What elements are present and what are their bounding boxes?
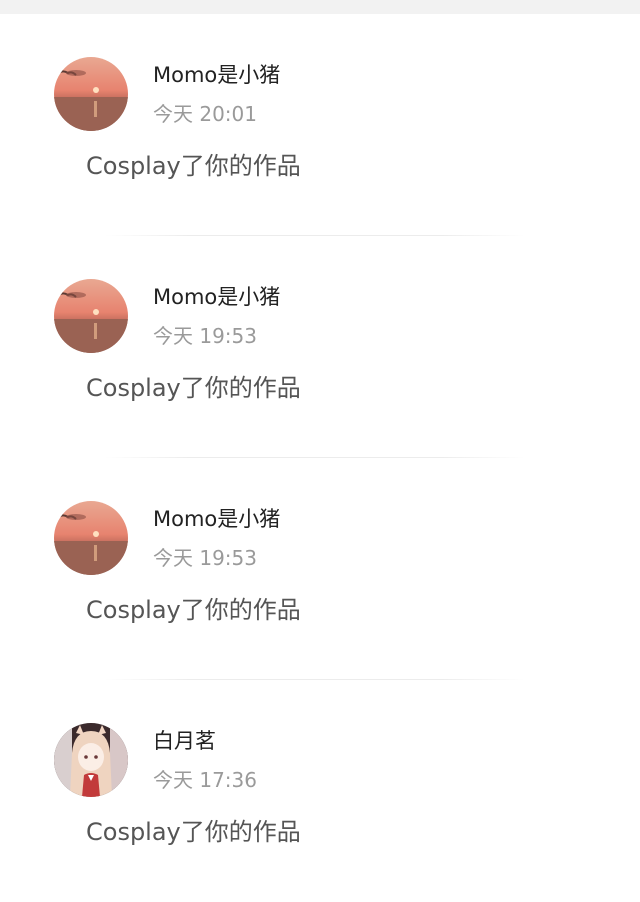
notification-message[interactable]: Cosplay了你的作品: [86, 374, 301, 402]
username[interactable]: 白月茗: [153, 729, 216, 753]
timestamp: 今天 20:01: [153, 102, 257, 126]
sunset-avatar-icon: [54, 501, 128, 575]
timestamp: 今天 19:53: [153, 324, 257, 348]
notification-item[interactable]: Momo是小猪 今天 19:53 Cosplay了你的作品: [0, 458, 640, 680]
notification-message[interactable]: Cosplay了你的作品: [86, 152, 301, 180]
anime-girl-avatar-icon: [54, 723, 128, 797]
timestamp: 今天 19:53: [153, 546, 257, 570]
user-avatar[interactable]: [54, 279, 128, 353]
notification-message[interactable]: Cosplay了你的作品: [86, 596, 301, 624]
top-bar: [0, 0, 640, 14]
notification-list: Momo是小猪 今天 20:01 Cosplay了你的作品 Momo是小猪 今天…: [0, 14, 640, 902]
user-avatar[interactable]: [54, 723, 128, 797]
notification-item[interactable]: Momo是小猪 今天 20:01 Cosplay了你的作品: [0, 14, 640, 236]
sunset-avatar-icon: [54, 279, 128, 353]
notification-message[interactable]: Cosplay了你的作品: [86, 818, 301, 846]
notification-item[interactable]: 白月茗 今天 17:36 Cosplay了你的作品: [0, 680, 640, 902]
notification-item[interactable]: Momo是小猪 今天 19:53 Cosplay了你的作品: [0, 236, 640, 458]
sunset-avatar-icon: [54, 57, 128, 131]
username[interactable]: Momo是小猪: [153, 507, 280, 531]
username[interactable]: Momo是小猪: [153, 285, 280, 309]
user-avatar[interactable]: [54, 501, 128, 575]
user-avatar[interactable]: [54, 57, 128, 131]
timestamp: 今天 17:36: [153, 768, 257, 792]
username[interactable]: Momo是小猪: [153, 63, 280, 87]
